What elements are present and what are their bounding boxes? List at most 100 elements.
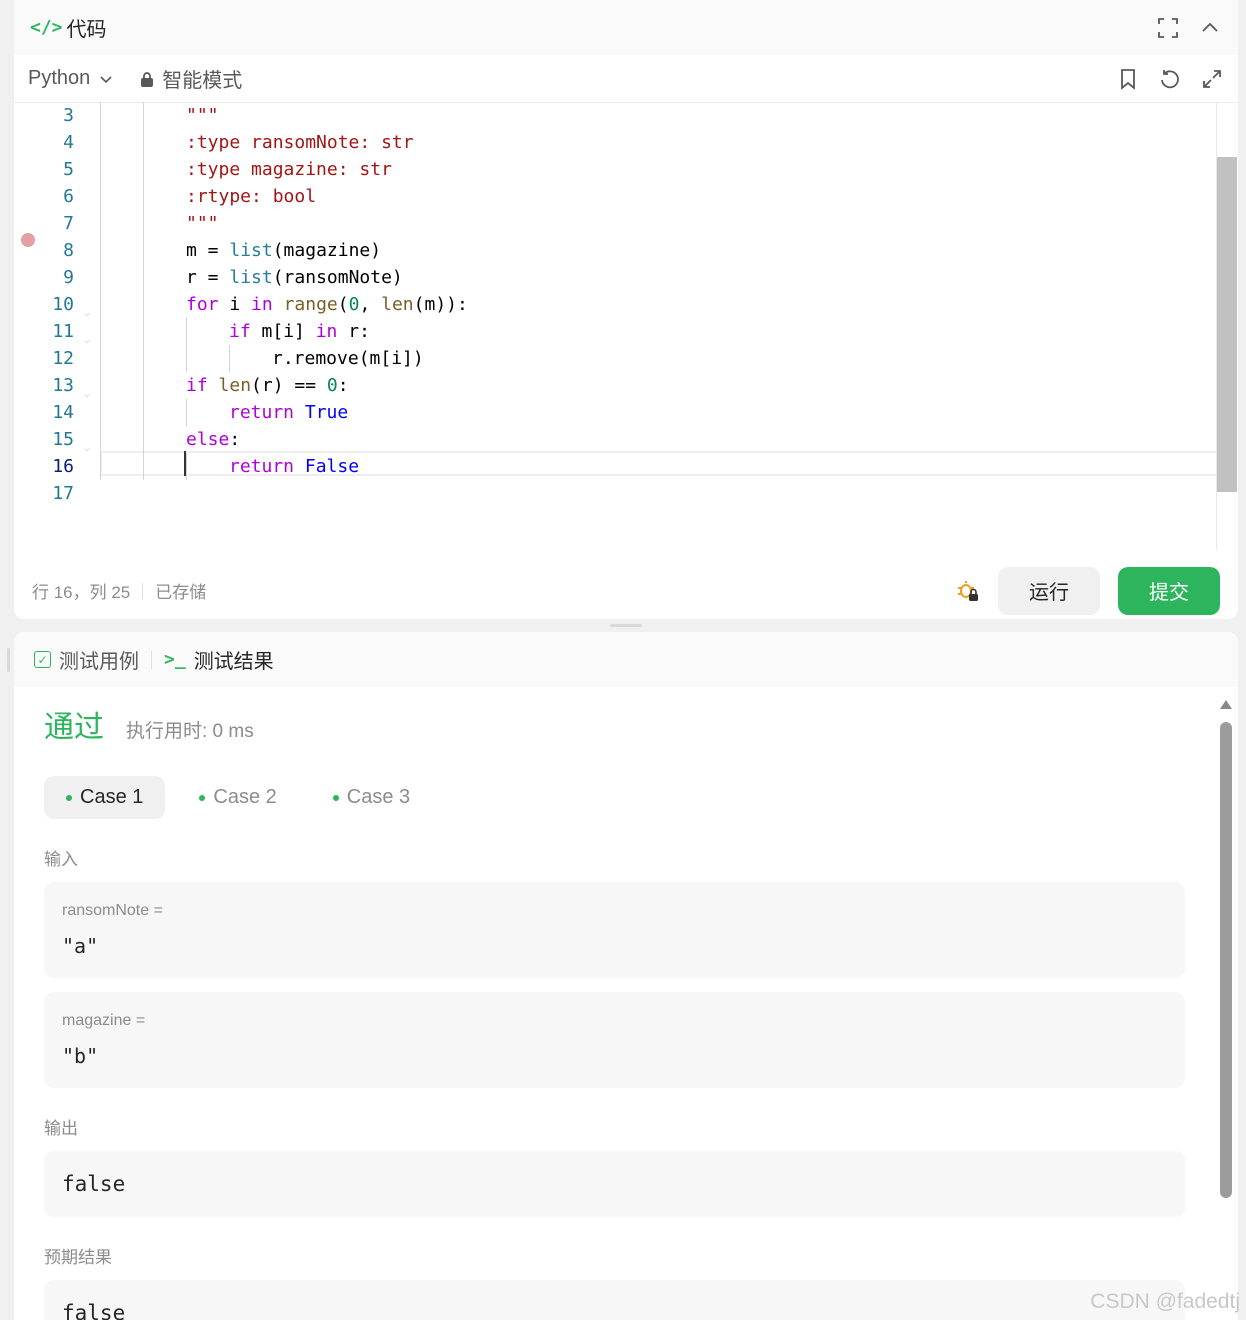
expected-value: false — [44, 1280, 1185, 1320]
tab-testcases[interactable]: ✓ 测试用例 — [34, 645, 139, 674]
code-line[interactable]: 12 r.remove(m[i]) — [14, 345, 1216, 372]
submit-button[interactable]: 提交 — [1118, 566, 1220, 615]
case-tab-2[interactable]: Case 2 — [177, 776, 298, 819]
code-text: r = list(ransomNote) — [186, 267, 403, 288]
variable-value: "b" — [62, 1044, 99, 1068]
result-scrollbar-thumb[interactable] — [1220, 722, 1232, 1198]
cursor-position: 行 16，列 25 — [32, 583, 131, 602]
line-number: 17 — [52, 483, 74, 504]
code-line[interactable]: 3 """ — [14, 102, 1216, 129]
code-line[interactable]: 9 r = list(ransomNote) — [14, 264, 1216, 291]
pass-dot — [199, 794, 206, 801]
pass-dot — [66, 794, 72, 801]
expand-icon[interactable] — [1200, 67, 1224, 91]
code-panel-title-text: 代码 — [66, 19, 107, 41]
code-line[interactable]: 17 — [14, 480, 1216, 507]
code-panel: </> 代码 Python 智能模式 3 """ 4:type ransomN… — [14, 0, 1238, 619]
reset-icon[interactable] — [1158, 67, 1182, 91]
terminal-icon: >_ — [164, 649, 186, 670]
code-line[interactable]: 8 m = list(magazine) — [14, 237, 1216, 264]
indent-guide — [229, 345, 230, 372]
indent-guide — [143, 129, 144, 156]
code-text: for i in range(0, len(m)): — [186, 294, 468, 315]
verdict-row: 通过 执行用时: 0 ms — [44, 702, 1184, 762]
indent-guide — [143, 264, 144, 291]
result-body: 通过 执行用时: 0 ms Case 1 Case 2 Case 3 输入 ra… — [44, 702, 1185, 1320]
code-line[interactable]: 7 """ — [14, 210, 1216, 237]
indent-guide — [100, 291, 101, 318]
status-divider — [142, 582, 144, 599]
result-tabs: ✓ 测试用例 >_ 测试结果 — [14, 632, 1238, 687]
line-number: 5 — [63, 159, 74, 180]
indent-guide — [100, 453, 101, 480]
lock-icon — [141, 71, 154, 87]
indent-guide — [100, 426, 101, 453]
indent-guide — [100, 156, 101, 183]
case-tab-1[interactable]: Case 1 — [44, 776, 166, 819]
bookmark-icon[interactable] — [1116, 67, 1140, 91]
output-value: false — [44, 1151, 1185, 1217]
mode-select[interactable]: 智能模式 — [140, 64, 242, 93]
code-line[interactable]: 13 ⌵ if len(r) == 0: — [14, 372, 1216, 400]
indent-guide — [100, 399, 101, 426]
code-line[interactable]: 4 :type ransomNote: str — [14, 129, 1216, 156]
indent-guide — [186, 318, 187, 345]
code-editor[interactable]: 3 """ 4 :type ransomNote: str 5 :type magazin… — [14, 102, 1237, 550]
collapse-icon[interactable] — [1198, 16, 1222, 40]
mode-label: 智能模式 — [162, 70, 243, 92]
pass-dot — [332, 794, 339, 801]
input-variable: magazine = "b" — [44, 992, 1185, 1088]
editor-scrollbar-thumb[interactable] — [1217, 157, 1237, 492]
line-number: 9 — [63, 267, 74, 288]
code-text: if len(r) == 0: — [186, 375, 349, 396]
code-text: return True — [229, 402, 349, 423]
indent-guide — [100, 129, 101, 156]
indent-guide — [186, 399, 187, 426]
line-number: 8 — [63, 240, 74, 261]
indent-guide — [100, 372, 101, 399]
line-number: 12 — [52, 348, 74, 369]
code-line[interactable]: 5 :type magazine: str — [14, 156, 1216, 183]
case-tab-label: Case 3 — [346, 786, 411, 808]
code-text: :rtype: bool — [186, 186, 317, 207]
code-line[interactable]: 15 ⌵ else: — [14, 426, 1216, 454]
line-number: 16 — [52, 456, 74, 477]
code-text: :type ransomNote: str — [186, 132, 414, 153]
indent-guide — [143, 345, 144, 372]
result-panel: ✓ 测试用例 >_ 测试结果 通过 执行用时: 0 ms Case 1 Case… — [14, 632, 1238, 1320]
code-text: """ — [186, 213, 219, 234]
case-tabs: Case 1 Case 2 Case 3 — [44, 776, 1184, 819]
code-text: else: — [186, 429, 241, 450]
checkbox-icon: ✓ — [34, 651, 51, 668]
line-number: 4 — [63, 132, 74, 153]
verdict-status: 通过 — [44, 711, 104, 744]
code-text: return False — [229, 456, 360, 477]
indent-guide — [186, 345, 187, 372]
indent-guide — [143, 183, 144, 210]
case-tab-3[interactable]: Case 3 — [311, 776, 432, 819]
indent-guide — [100, 318, 101, 345]
fullscreen-icon[interactable] — [1156, 16, 1180, 40]
run-button[interactable]: 运行 — [998, 566, 1100, 615]
language-select[interactable]: Python — [28, 67, 114, 90]
variable-value: "a" — [62, 934, 99, 958]
scroll-up-arrow-icon[interactable] — [1220, 700, 1232, 709]
code-line[interactable]: 10 ⌵ for i in range(0, len(m)): — [14, 291, 1216, 319]
code-line[interactable]: 6:rtype: bool — [14, 183, 1216, 210]
indent-guide — [100, 102, 101, 129]
code-text: m = list(magazine) — [186, 240, 382, 261]
side-resize-handle[interactable] — [7, 648, 10, 672]
indent-guide — [143, 372, 144, 399]
indent-guide — [143, 291, 144, 318]
indent-guide — [143, 318, 144, 345]
code-line[interactable]: 16 return False — [14, 453, 1216, 480]
code-text: if m[i] in r: — [229, 321, 370, 342]
debug-bug-icon[interactable] — [956, 579, 980, 603]
panel-resize-handle[interactable] — [610, 624, 642, 627]
code-line[interactable]: 14 return True — [14, 399, 1216, 426]
code-text: :type magazine: str — [186, 159, 392, 180]
line-number: 7 — [63, 213, 74, 234]
tab-test-result[interactable]: >_ 测试结果 — [164, 645, 274, 674]
code-line[interactable]: 11 ⌵ if m[i] in r: — [14, 318, 1216, 346]
code-text: """ — [186, 105, 219, 126]
